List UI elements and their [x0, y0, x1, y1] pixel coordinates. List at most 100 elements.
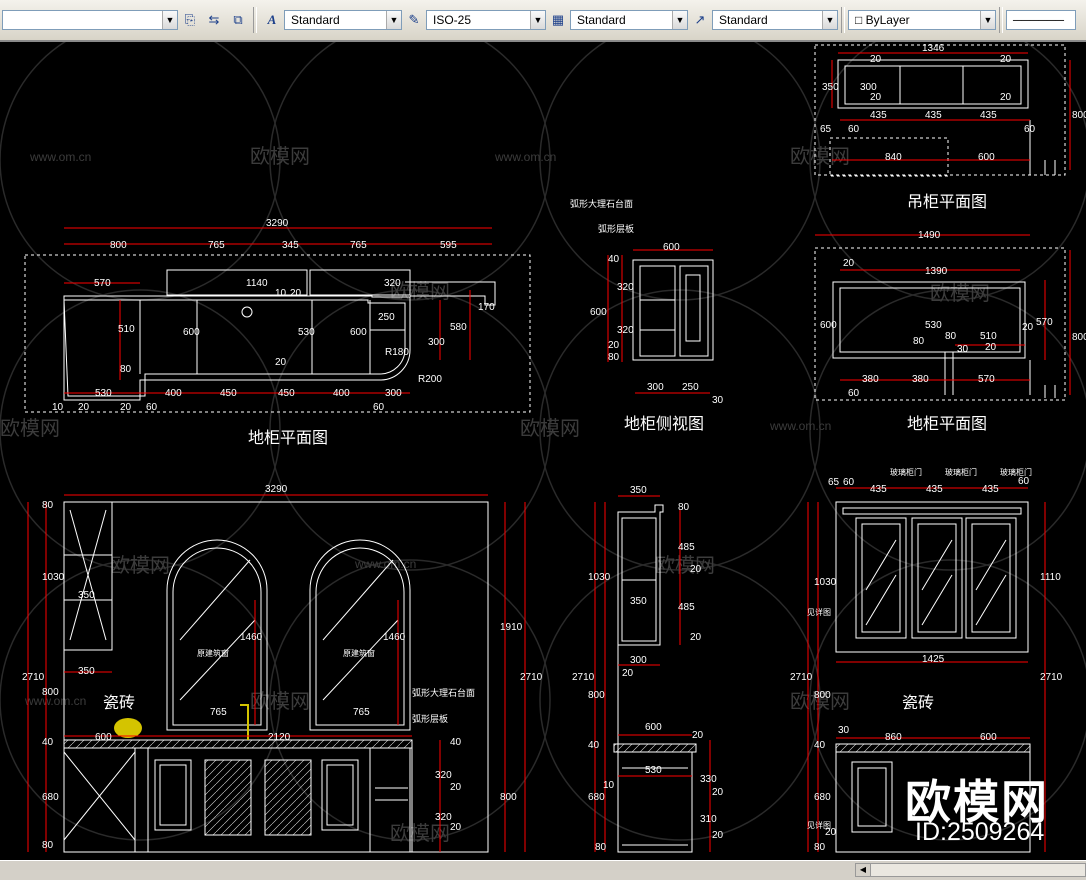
svg-text:680: 680 [588, 792, 605, 803]
base-cabinet-side-view [632, 259, 714, 361]
layer-color-select[interactable]: □ ByLayer ▼ [848, 10, 996, 30]
properties-icon[interactable]: ⎘ [179, 9, 201, 31]
svg-text:2710: 2710 [572, 672, 595, 683]
multileader-style-select[interactable]: Standard ▼ [712, 10, 838, 30]
layer-states-icon[interactable]: ⧉ [227, 9, 249, 31]
svg-text:20: 20 [690, 564, 702, 575]
svg-text:2710: 2710 [520, 672, 543, 683]
side-view-labels: 弧形大理石台面 弧形层板 600 40 320 600 320 20 80 30… [570, 198, 724, 433]
table-style-icon[interactable]: ▦ [547, 9, 569, 31]
svg-text:1140: 1140 [246, 278, 268, 289]
svg-text:530: 530 [925, 320, 942, 331]
svg-text:510: 510 [980, 331, 997, 342]
svg-text:800: 800 [500, 792, 517, 803]
svg-text:80: 80 [595, 842, 607, 853]
chevron-down-icon[interactable]: ▼ [162, 11, 177, 29]
svg-text:1425: 1425 [922, 654, 945, 665]
svg-text:60: 60 [1018, 476, 1030, 487]
svg-text:600: 600 [980, 732, 997, 743]
svg-text:10: 10 [603, 780, 615, 791]
svg-text:玻璃柜门: 玻璃柜门 [890, 467, 922, 477]
svg-text:80: 80 [120, 364, 132, 375]
svg-text:450: 450 [220, 388, 237, 399]
svg-text:350: 350 [630, 596, 647, 607]
chevron-down-icon[interactable]: ▼ [386, 11, 401, 29]
svg-text:860: 860 [885, 732, 902, 743]
svg-text:765: 765 [350, 240, 367, 251]
match-properties-icon[interactable]: ⇆ [203, 9, 225, 31]
svg-text:见详图: 见详图 [807, 607, 831, 617]
svg-text:20: 20 [690, 632, 702, 643]
svg-text:320: 320 [617, 282, 634, 293]
svg-text:310: 310 [700, 814, 717, 825]
svg-text:80: 80 [608, 352, 620, 363]
svg-text:80: 80 [913, 336, 925, 347]
chevron-down-icon[interactable]: ▼ [822, 11, 837, 29]
dim-style-icon[interactable]: ✎ [403, 9, 425, 31]
svg-text:530: 530 [645, 765, 662, 776]
horizontal-scrollbar[interactable]: ◀ [855, 863, 1086, 877]
svg-text:680: 680 [814, 792, 831, 803]
svg-text:R200: R200 [418, 374, 442, 385]
svg-text:840: 840 [885, 152, 902, 163]
status-bar: ◀ [0, 860, 1086, 880]
svg-text:485: 485 [678, 542, 695, 553]
table-style-select[interactable]: Standard ▼ [570, 10, 688, 30]
svg-text:40: 40 [814, 740, 826, 751]
wall-cabinet-plan-title: 吊柜平面图 [907, 193, 987, 211]
svg-text:30: 30 [712, 395, 724, 406]
text-style-icon[interactable]: A [261, 9, 283, 31]
svg-text:60: 60 [146, 402, 158, 413]
svg-text:380: 380 [862, 374, 879, 385]
svg-text:300: 300 [647, 382, 664, 393]
svg-text:弧形层板: 弧形层板 [598, 223, 634, 234]
dim-style-select[interactable]: ISO-25 ▼ [426, 10, 546, 30]
svg-text:80: 80 [814, 842, 826, 853]
drawing-canvas[interactable]: www.om.cn 欧模网 www.om.cn 欧模网 欧模网 欧模网 欧模网 … [0, 42, 1086, 860]
svg-text:20: 20 [608, 340, 620, 351]
svg-text:595: 595 [440, 240, 457, 251]
svg-text:20: 20 [843, 258, 855, 269]
chevron-down-icon[interactable]: ▼ [530, 11, 545, 29]
svg-text:800: 800 [110, 240, 127, 251]
svg-text:345: 345 [282, 240, 299, 251]
svg-text:400: 400 [333, 388, 350, 399]
watermark-site: www.om.cn [494, 150, 556, 164]
svg-text:350: 350 [78, 666, 95, 677]
svg-text:20: 20 [78, 402, 90, 413]
watermark-brand: 欧模网 [655, 554, 715, 577]
text-style-value: Standard [291, 13, 340, 27]
svg-text:435: 435 [980, 110, 997, 121]
svg-text:170: 170 [478, 302, 495, 313]
svg-text:435: 435 [925, 110, 942, 121]
right-elevation-tile-label: 瓷砖 [902, 694, 934, 712]
svg-text:40: 40 [42, 737, 54, 748]
svg-text:800: 800 [588, 690, 605, 701]
layer-color-value: □ ByLayer [855, 13, 910, 27]
svg-text:1030: 1030 [588, 572, 611, 583]
left-elevation-tile-label: 瓷砖 [103, 694, 135, 712]
svg-text:350: 350 [630, 485, 647, 496]
scroll-left-arrow-icon[interactable]: ◀ [856, 864, 871, 876]
watermark-brand: 欧模网 [0, 417, 60, 440]
svg-text:600: 600 [590, 307, 607, 318]
multileader-style-icon[interactable]: ↗ [689, 9, 711, 31]
svg-text:1030: 1030 [42, 572, 65, 583]
svg-text:250: 250 [378, 312, 395, 323]
svg-text:380: 380 [912, 374, 929, 385]
text-style-select[interactable]: Standard ▼ [284, 10, 402, 30]
svg-text:20: 20 [275, 357, 287, 368]
chevron-down-icon[interactable]: ▼ [980, 11, 995, 29]
svg-text:30: 30 [838, 725, 850, 736]
chevron-down-icon[interactable]: ▼ [672, 11, 687, 29]
svg-text:2710: 2710 [790, 672, 813, 683]
svg-text:20: 20 [1022, 322, 1034, 333]
svg-text:600: 600 [820, 320, 837, 331]
previous-combo[interactable]: ▼ [2, 10, 178, 30]
linetype-select[interactable]: ────── [1006, 10, 1076, 30]
svg-text:1110: 1110 [1040, 572, 1061, 583]
svg-text:1346: 1346 [922, 43, 945, 54]
svg-text:40: 40 [588, 740, 600, 751]
svg-text:60: 60 [373, 402, 385, 413]
svg-text:680: 680 [42, 792, 59, 803]
